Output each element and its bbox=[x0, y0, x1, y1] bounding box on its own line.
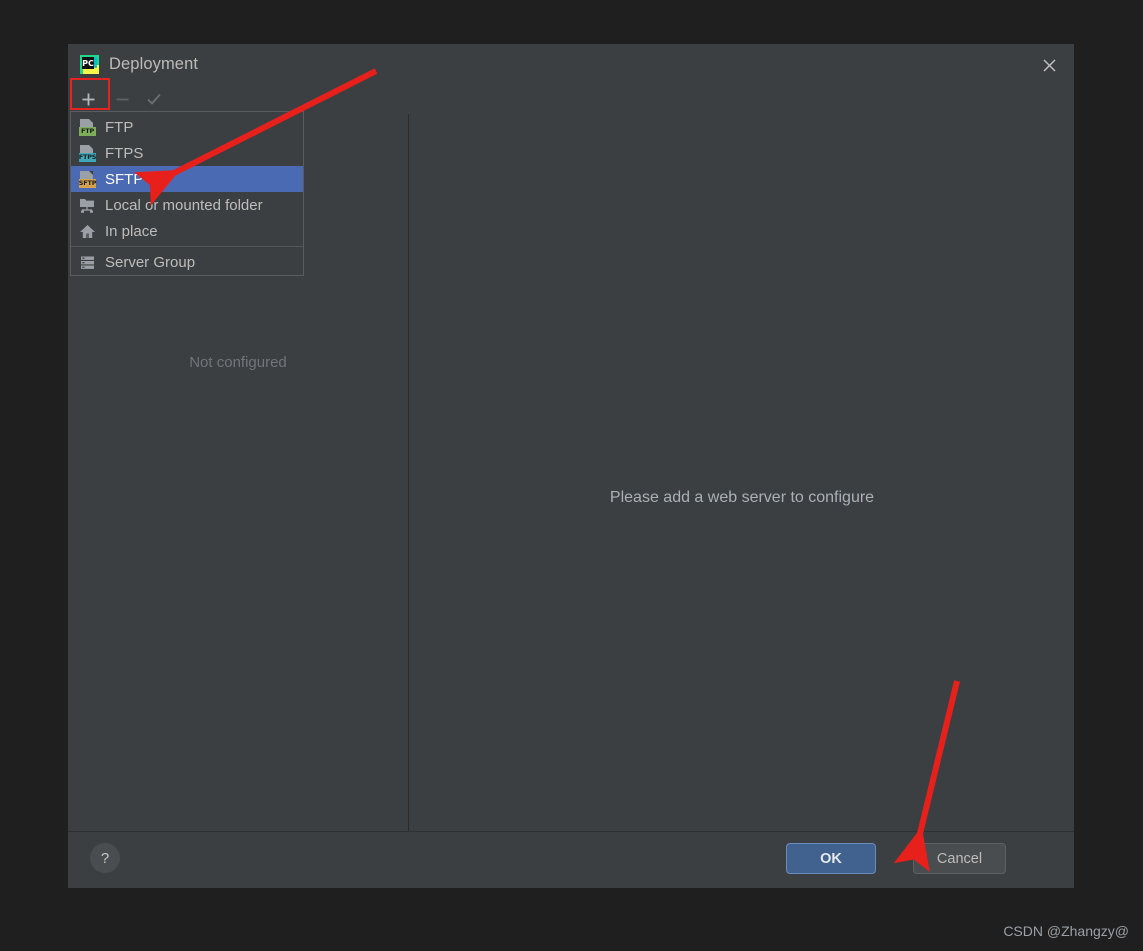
sftp-icon: SFTP bbox=[78, 170, 97, 188]
menu-item-in-place[interactable]: In place bbox=[71, 218, 303, 244]
menu-separator bbox=[71, 246, 303, 247]
menu-item-label: In place bbox=[105, 222, 158, 240]
dialog-titlebar: PC Deployment bbox=[68, 44, 1074, 84]
menu-item-label: FTPS bbox=[105, 144, 144, 162]
not-configured-label: Not configured bbox=[189, 354, 287, 371]
pycharm-icon: PC bbox=[79, 54, 100, 75]
menu-item-label: FTP bbox=[105, 118, 134, 136]
ftp-icon: FTP bbox=[79, 118, 96, 136]
ok-button[interactable]: OK bbox=[786, 843, 876, 874]
ftps-icon: FTPS bbox=[78, 144, 97, 162]
cancel-button[interactable]: Cancel bbox=[913, 843, 1006, 874]
apply-server-button[interactable] bbox=[142, 87, 166, 111]
menu-item-label: SFTP bbox=[105, 170, 144, 188]
dialog-title: Deployment bbox=[109, 55, 199, 73]
dialog-footer: ? OK Cancel bbox=[68, 832, 1074, 888]
server-stack-icon bbox=[79, 254, 96, 271]
menu-item-ftps[interactable]: FTPS FTPS bbox=[71, 140, 303, 166]
add-server-type-menu[interactable]: FTP FTP FTPS FTPS SFTP SFTP Local or mou… bbox=[70, 111, 304, 276]
sftp-badge: SFTP bbox=[78, 178, 97, 188]
empty-state-message: Please add a web server to configure bbox=[609, 489, 875, 506]
home-icon bbox=[79, 223, 96, 240]
ftp-badge: FTP bbox=[79, 126, 96, 136]
folder-network-icon bbox=[79, 197, 96, 214]
server-config-pane: Please add a web server to configure bbox=[410, 114, 1074, 831]
ftps-badge: FTPS bbox=[78, 152, 97, 162]
csdn-watermark: CSDN @Zhangzy@ bbox=[1003, 923, 1129, 939]
question-mark-icon[interactable]: ? bbox=[90, 843, 120, 873]
screen: PC Deployment Not configured Please add … bbox=[0, 0, 1143, 951]
menu-item-ftp[interactable]: FTP FTP bbox=[71, 114, 303, 140]
menu-item-label: Local or mounted folder bbox=[105, 196, 263, 214]
menu-item-local-or-mounted-folder[interactable]: Local or mounted folder bbox=[71, 192, 303, 218]
add-server-button[interactable] bbox=[76, 87, 100, 111]
close-icon[interactable] bbox=[1037, 53, 1061, 77]
menu-item-label: Server Group bbox=[105, 253, 196, 271]
servers-toolbar bbox=[68, 84, 410, 114]
menu-item-server-group[interactable]: Server Group bbox=[71, 249, 303, 275]
svg-text:PC: PC bbox=[82, 59, 94, 68]
menu-item-sftp[interactable]: SFTP SFTP bbox=[71, 166, 303, 192]
remove-server-button[interactable] bbox=[110, 87, 134, 111]
